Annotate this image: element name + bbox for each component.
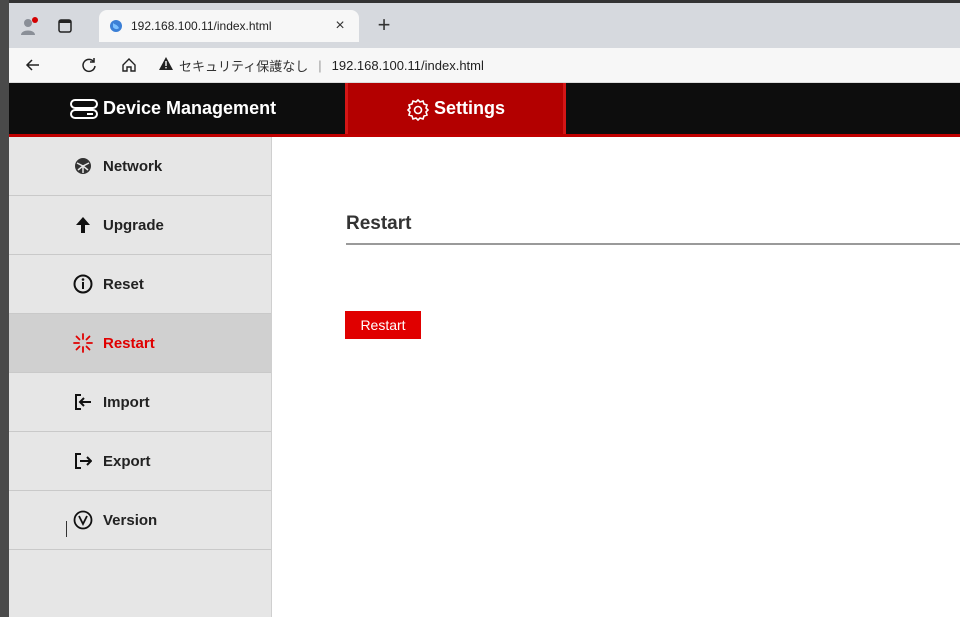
security-label[interactable]: セキュリティ保護なし bbox=[179, 56, 308, 75]
sidebar-item-label: Reset bbox=[103, 275, 144, 293]
globe-icon bbox=[110, 20, 122, 32]
browser-toolbar: セキュリティ保護なし | 192.168.100.11/index.html bbox=[9, 48, 960, 83]
gear-icon bbox=[406, 98, 430, 121]
restart-button[interactable]: Restart bbox=[345, 311, 421, 339]
sidebar-item-network[interactable]: Network bbox=[9, 137, 271, 196]
tab-device-management[interactable]: Device Management bbox=[69, 83, 276, 134]
text-cursor bbox=[66, 521, 67, 537]
url-text[interactable]: 192.168.100.11/index.html bbox=[332, 58, 484, 73]
import-icon bbox=[73, 392, 93, 412]
tab-settings-label: Settings bbox=[433, 98, 505, 118]
browser-tab[interactable]: 192.168.100.11/index.html × bbox=[99, 10, 359, 42]
back-icon[interactable] bbox=[19, 52, 47, 78]
sidebar-item-upgrade[interactable]: Upgrade bbox=[9, 196, 271, 255]
tab-close-icon[interactable]: × bbox=[331, 17, 349, 35]
browser-tab-strip: 192.168.100.11/index.html × + bbox=[9, 0, 960, 48]
address-separator: | bbox=[318, 57, 322, 73]
sidebar-item-version[interactable]: Version bbox=[9, 491, 271, 550]
sidebar-item-import[interactable]: Import bbox=[9, 373, 271, 432]
tab-title: 192.168.100.11/index.html bbox=[131, 19, 272, 33]
info-icon bbox=[73, 274, 93, 294]
network-icon bbox=[73, 156, 93, 176]
settings-sidebar: Network Upgrade Reset Restart Import Exp… bbox=[9, 137, 272, 617]
profile-icon[interactable] bbox=[17, 12, 41, 40]
arrow-up-icon bbox=[73, 215, 93, 235]
sidebar-item-label: Restart bbox=[103, 334, 155, 352]
server-icon bbox=[70, 98, 98, 119]
sidebar-item-restart[interactable]: Restart bbox=[9, 314, 271, 373]
sidebar-item-label: Import bbox=[103, 393, 150, 411]
sidebar-item-label: Upgrade bbox=[103, 216, 164, 234]
new-tab-button[interactable]: + bbox=[371, 13, 397, 39]
page-title: Restart bbox=[346, 213, 412, 234]
reload-icon[interactable] bbox=[75, 52, 103, 78]
spinner-icon bbox=[73, 333, 93, 353]
version-icon bbox=[73, 510, 93, 530]
sidebar-item-label: Export bbox=[103, 452, 151, 470]
main-content: Restart Restart bbox=[272, 137, 960, 617]
app-header: Device Management Settings bbox=[9, 83, 960, 137]
address-bar[interactable]: セキュリティ保護なし | 192.168.100.11/index.html bbox=[159, 53, 484, 77]
sidebar-item-label: Version bbox=[103, 511, 158, 529]
tab-device-management-label: Device Management bbox=[103, 98, 277, 118]
sidebar-item-export[interactable]: Export bbox=[9, 432, 271, 491]
home-icon[interactable] bbox=[115, 52, 143, 78]
sidebar-item-label: Network bbox=[103, 157, 163, 175]
warning-icon[interactable] bbox=[159, 57, 173, 73]
tab-actions-icon[interactable] bbox=[53, 12, 77, 40]
title-divider bbox=[346, 243, 960, 245]
export-icon bbox=[73, 451, 93, 471]
sidebar-item-reset[interactable]: Reset bbox=[9, 255, 271, 314]
tab-settings[interactable]: Settings bbox=[345, 83, 566, 134]
